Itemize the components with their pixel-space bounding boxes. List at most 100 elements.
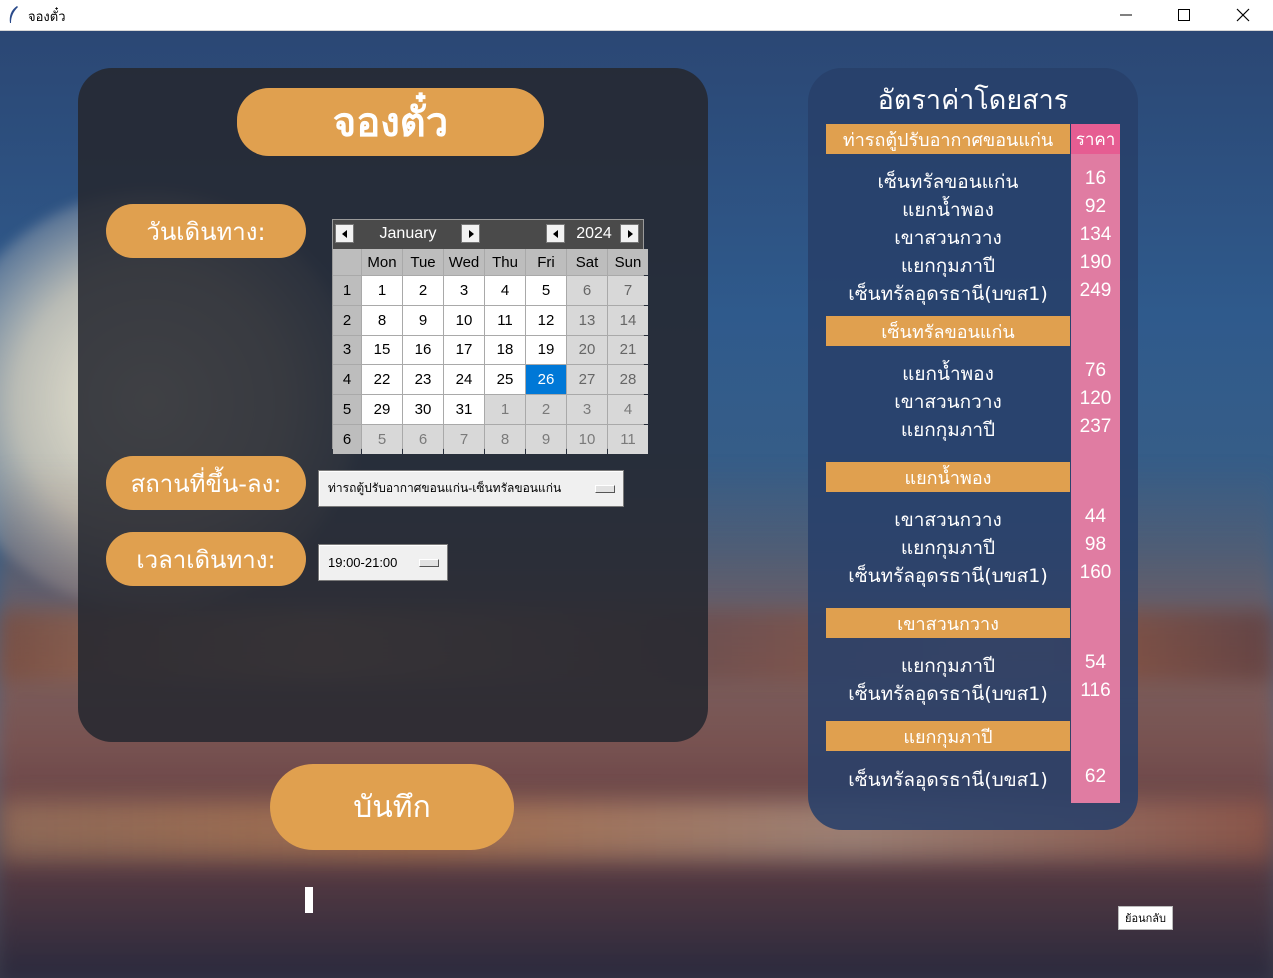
calendar-day[interactable]: 8 — [485, 424, 525, 454]
date-calendar[interactable]: January 2024 Mon Tue Wed Thu Fri Sat Sun 1 1 2 3 4 5… — [332, 219, 648, 454]
calendar-day-selected[interactable]: 26 — [526, 365, 566, 395]
calendar-day[interactable]: 1 — [485, 395, 525, 424]
fare-destination: เซ็นทรัลขอนแก่น — [877, 171, 1019, 193]
calendar-day[interactable]: 2 — [526, 395, 566, 424]
calendar-day[interactable]: 5 — [526, 276, 566, 305]
fare-price: 116 — [1080, 680, 1111, 701]
calendar-day[interactable]: 19 — [526, 335, 566, 365]
calendar-day[interactable]: 10 — [567, 424, 607, 454]
triangle-right-icon — [468, 229, 474, 238]
calendar-day[interactable]: 5 — [362, 424, 402, 454]
travel-date-label: วันเดินทาง: — [106, 204, 306, 258]
fare-destination: เซ็นทรัลอุดรธานี(บขส1) — [848, 683, 1048, 705]
calendar-day[interactable]: 21 — [608, 335, 648, 365]
calendar-day[interactable]: 27 — [567, 365, 607, 395]
maximize-button[interactable] — [1155, 0, 1213, 30]
calendar-day[interactable]: 6 — [567, 276, 607, 305]
fare-price: 16 — [1084, 168, 1107, 189]
prev-year-button[interactable] — [546, 224, 565, 243]
calendar-day[interactable]: 16 — [403, 335, 443, 365]
fare-origin-header: แยกกุมภาปี — [826, 721, 1070, 751]
calendar-day[interactable]: 20 — [567, 335, 607, 365]
fare-price: 62 — [1084, 766, 1107, 787]
calendar-day[interactable]: 28 — [608, 365, 648, 395]
calendar-weekday: Sat — [567, 249, 607, 275]
prev-month-button[interactable] — [335, 224, 354, 243]
fare-price: 237 — [1079, 416, 1112, 437]
calendar-day[interactable]: 3 — [567, 395, 607, 424]
calendar-day[interactable]: 11 — [608, 424, 648, 454]
save-button[interactable]: บันทึก — [270, 764, 514, 850]
calendar-week-number: 2 — [333, 305, 361, 335]
maximize-icon — [1178, 9, 1190, 21]
calendar-day[interactable]: 2 — [403, 276, 443, 305]
fare-price: 160 — [1079, 562, 1112, 583]
back-button[interactable]: ย้อนกลับ — [1118, 906, 1173, 930]
calendar-day[interactable]: 24 — [444, 365, 484, 395]
fare-destination: แยกกุมภาปี — [900, 655, 996, 677]
calendar-weekday: Mon — [362, 249, 402, 275]
calendar-weekday: Wed — [444, 249, 484, 275]
fare-destination: เขาสวนกวาง — [894, 227, 1002, 249]
calendar-day[interactable]: 23 — [403, 365, 443, 395]
fare-origin-header: ท่ารถตู้ปรับอากาศขอนแก่น — [826, 124, 1070, 154]
calendar-year: 2024 — [576, 225, 612, 242]
calendar-day[interactable]: 31 — [444, 395, 484, 424]
fare-origin-header: เซ็นทรัลขอนแก่น — [826, 316, 1070, 346]
calendar-corner — [333, 249, 361, 275]
fare-origin-header: เขาสวนกวาง — [826, 608, 1070, 638]
fare-destination: เขาสวนกวาง — [894, 509, 1002, 531]
calendar-day[interactable]: 11 — [485, 305, 525, 335]
calendar-day[interactable]: 18 — [485, 335, 525, 365]
calendar-day[interactable]: 9 — [403, 305, 443, 335]
calendar-day[interactable]: 14 — [608, 305, 648, 335]
calendar-month: January — [379, 225, 437, 242]
calendar-weekday: Thu — [485, 249, 525, 275]
minimize-button[interactable] — [1097, 0, 1155, 30]
calendar-day[interactable]: 1 — [362, 276, 402, 305]
calendar-weekday: Tue — [403, 249, 443, 275]
close-button[interactable] — [1214, 0, 1272, 30]
close-icon — [1236, 8, 1250, 22]
calendar-week-number: 1 — [333, 276, 361, 305]
calendar-day[interactable]: 17 — [444, 335, 484, 365]
calendar-day[interactable]: 3 — [444, 276, 484, 305]
fare-price: 44 — [1084, 506, 1107, 527]
calendar-day[interactable]: 15 — [362, 335, 402, 365]
calendar-week-number: 4 — [333, 365, 361, 395]
calendar-day[interactable]: 4 — [608, 395, 648, 424]
route-select[interactable]: ท่ารถตู้ปรับอากาศขอนแก่น-เซ็นทรัลขอนแก่น — [318, 470, 624, 507]
calendar-day[interactable]: 12 — [526, 305, 566, 335]
calendar-day[interactable]: 6 — [403, 424, 443, 454]
calendar-day[interactable]: 22 — [362, 365, 402, 395]
calendar-day[interactable]: 4 — [485, 276, 525, 305]
triangle-left-icon — [341, 229, 347, 238]
fare-destination: แยกกุมภาปี — [900, 255, 996, 277]
fare-destination: แยกกุมภาปี — [900, 419, 996, 441]
next-year-button[interactable] — [620, 224, 639, 243]
calendar-day[interactable]: 13 — [567, 305, 607, 335]
calendar-day[interactable]: 9 — [526, 424, 566, 454]
page-title: จองตั๋ว — [237, 88, 544, 156]
route-label: สถานที่ขึ้น-ลง: — [106, 456, 306, 510]
fare-destination: เขาสวนกวาง — [894, 391, 1002, 413]
fare-price: 249 — [1079, 280, 1112, 301]
fare-price: 54 — [1084, 652, 1107, 673]
calendar-day[interactable]: 7 — [444, 424, 484, 454]
next-month-button[interactable] — [461, 224, 480, 243]
calendar-day[interactable]: 10 — [444, 305, 484, 335]
fare-destination: เซ็นทรัลอุดรธานี(บขส1) — [848, 769, 1048, 791]
calendar-day[interactable]: 7 — [608, 276, 648, 305]
minimize-icon — [1120, 14, 1132, 16]
calendar-week-number: 3 — [333, 335, 361, 365]
title-bar: จองตั๋ว — [0, 0, 1273, 31]
calendar-week-number: 6 — [333, 424, 361, 454]
time-select[interactable]: 19:00-21:00 — [318, 544, 448, 581]
calendar-day[interactable]: 30 — [403, 395, 443, 424]
calendar-grid: Mon Tue Wed Thu Fri Sat Sun 1 1 2 3 4 5 6 7 2 8 9 10 11 12 13… — [333, 249, 648, 454]
calendar-day[interactable]: 25 — [485, 365, 525, 395]
fare-destination: เซ็นทรัลอุดรธานี(บขส1) — [848, 283, 1048, 305]
calendar-day[interactable]: 8 — [362, 305, 402, 335]
fare-price: 92 — [1084, 196, 1107, 217]
calendar-day[interactable]: 29 — [362, 395, 402, 424]
